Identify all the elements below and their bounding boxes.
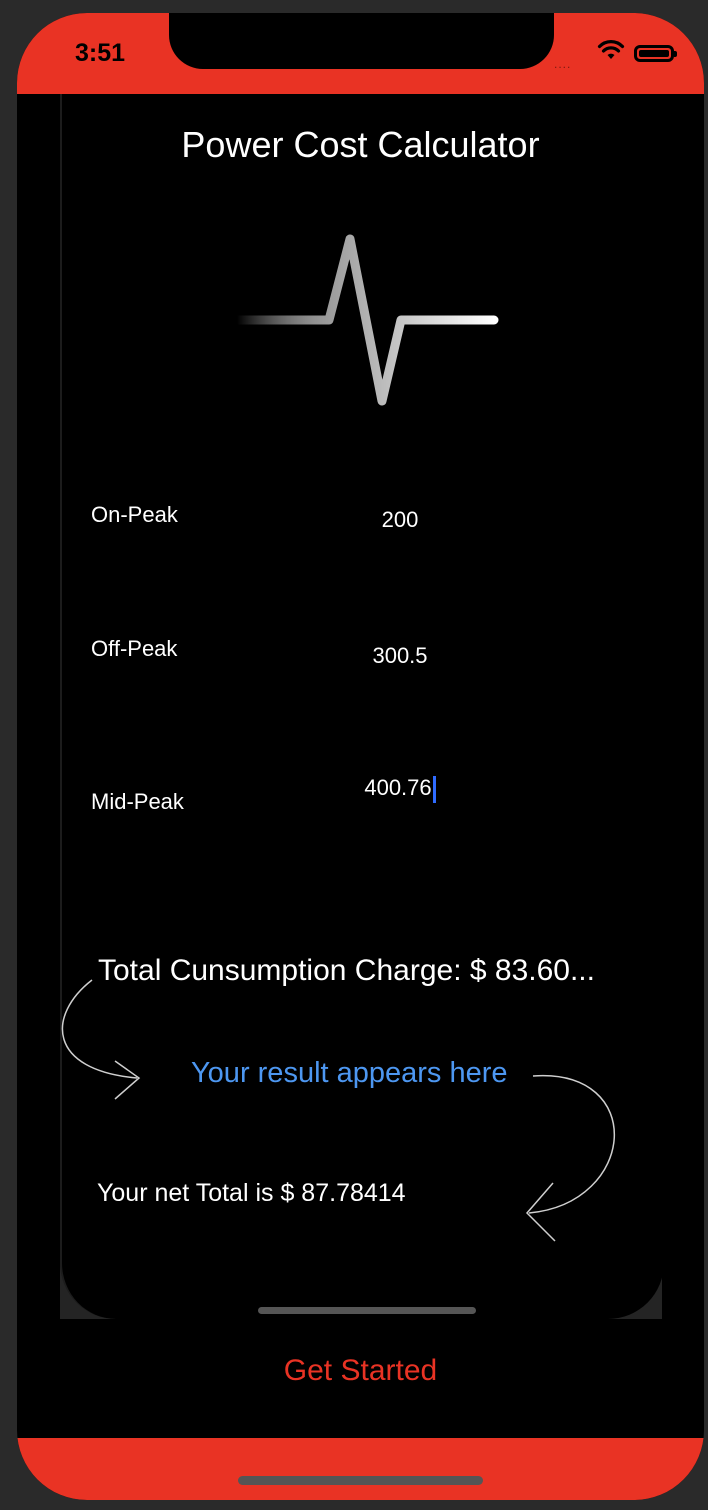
result-hint-text: Your result appears here <box>191 1057 508 1089</box>
wifi-icon <box>597 40 625 59</box>
text-caret <box>432 775 436 803</box>
net-total: Your net Total is $ 87.78414 <box>97 1179 406 1207</box>
status-time: 3:51 <box>75 39 126 67</box>
bottom-bar <box>17 1438 704 1500</box>
page-title: Power Cost Calculator <box>181 124 540 165</box>
get-started-button[interactable]: Get Started <box>17 1354 704 1388</box>
on-peak-label: On-Peak <box>91 502 178 527</box>
curved-arrow-right-icon <box>525 1075 616 1242</box>
mid-peak-input[interactable]: 400.76 <box>364 775 431 800</box>
off-peak-label: Off-Peak <box>91 636 178 661</box>
battery-icon <box>634 45 677 62</box>
device-notch <box>169 13 554 69</box>
curved-arrow-left-icon <box>61 979 141 1100</box>
mid-peak-field[interactable]: 400.76 <box>317 775 483 803</box>
heartbeat-pulse-icon <box>237 234 499 406</box>
phone-frame: 3:51 .... Power Cost Calculator On-Peak … <box>17 13 704 1500</box>
off-peak-input[interactable]: 300.5 <box>317 643 483 669</box>
total-consumption-charge: Total Cunsumption Charge: $ 83.60... <box>98 954 595 987</box>
inner-home-indicator <box>258 1307 476 1314</box>
on-peak-input[interactable]: 200 <box>317 507 483 533</box>
signal-icon: .... <box>554 57 572 71</box>
status-bar: 3:51 .... <box>17 13 704 94</box>
home-indicator[interactable] <box>238 1476 483 1485</box>
mid-peak-label: Mid-Peak <box>91 789 184 814</box>
